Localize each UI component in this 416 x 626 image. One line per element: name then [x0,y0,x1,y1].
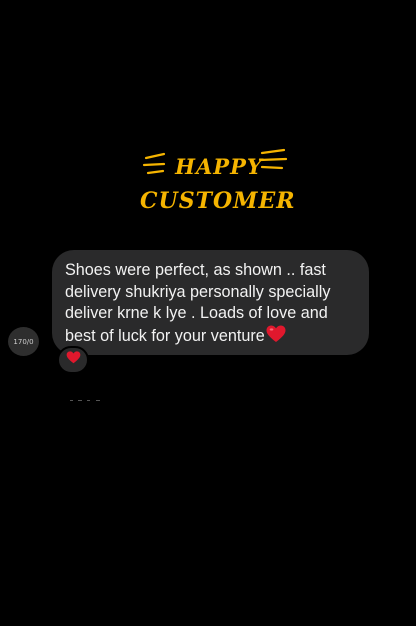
avatar-label: 170/0 [13,337,34,346]
message-bubble[interactable]: Shoes were perfect, as shown .. fast del… [52,250,369,355]
heart-icon [66,351,81,369]
chat-screen: HAPPY CUSTOMER 170/0 Shoes were perfect,… [0,0,416,626]
happy-customer-heading: HAPPY CUSTOMER [140,146,296,222]
heading-line-happy: HAPPY [175,154,263,179]
heart-reaction[interactable] [57,346,89,374]
heart-icon [265,325,286,345]
heading-line-customer: CUSTOMER [140,188,296,214]
sender-avatar[interactable]: 170/0 [8,327,39,356]
message-text-block: Shoes were perfect, as shown .. fast del… [65,260,357,347]
seen-indicator [70,389,104,401]
message-text: Shoes were perfect, as shown .. fast del… [65,261,331,345]
